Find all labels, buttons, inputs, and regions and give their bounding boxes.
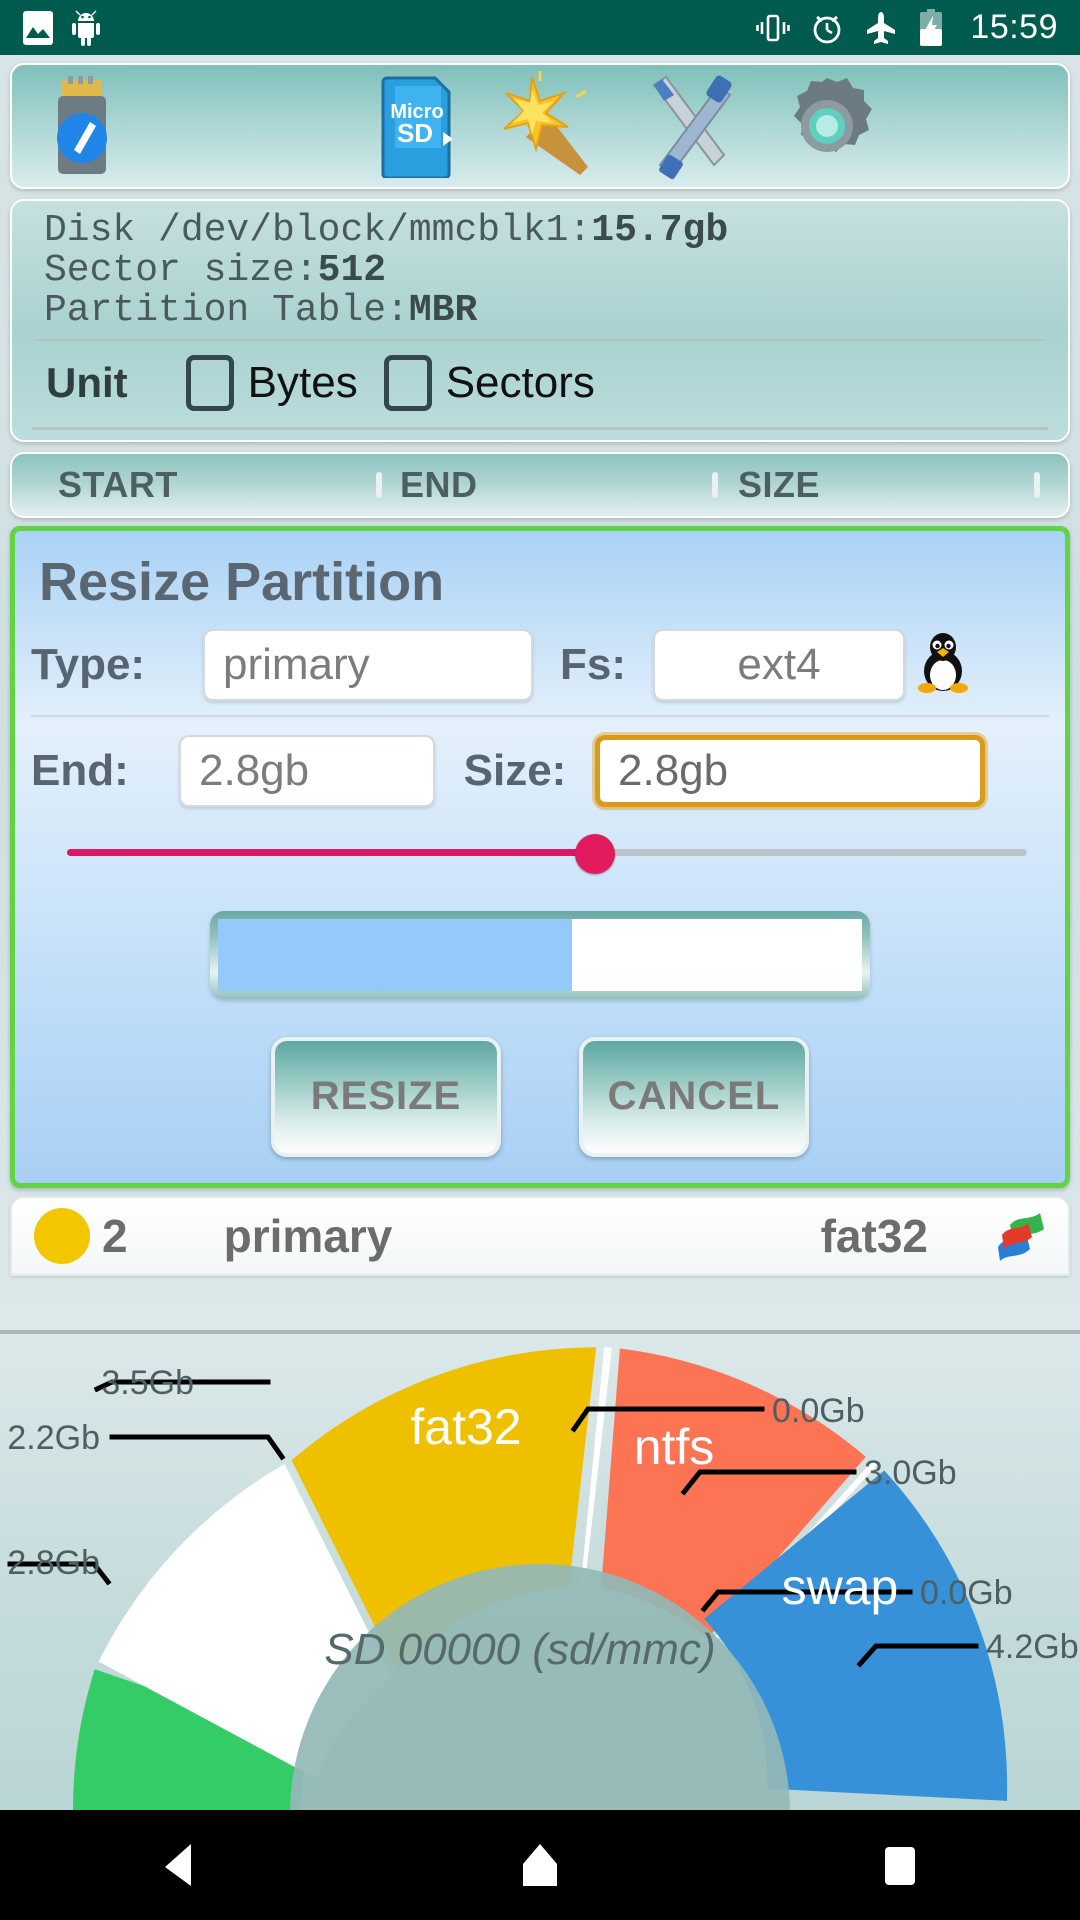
type-label: Type: bbox=[31, 639, 146, 689]
home-icon[interactable] bbox=[480, 1810, 600, 1920]
partition-table-value: MBR bbox=[408, 288, 478, 332]
partition-type: primary bbox=[223, 1209, 393, 1262]
status-bar-clock: 15:59 bbox=[970, 8, 1058, 46]
partition-table-label: Partition Table: bbox=[44, 288, 409, 332]
airplane-mode-icon bbox=[867, 11, 896, 44]
chart-label-fat32-value: 3.5Gb bbox=[101, 1364, 194, 1402]
image-icon bbox=[23, 10, 53, 45]
end-label: End: bbox=[31, 745, 129, 795]
chart-slice-label-swap: swap bbox=[782, 1559, 899, 1615]
magic-wand-icon[interactable] bbox=[492, 71, 602, 181]
disk-info-panel: Disk /dev/block/mmcblk1:15.7gb Sector si… bbox=[10, 199, 1070, 442]
android-nav-bar bbox=[0, 1810, 1080, 1920]
status-bar-left-icons bbox=[22, 9, 102, 46]
chart-label-ext4-value: 2.8Gb bbox=[7, 1544, 100, 1582]
usb-disk-edit-icon[interactable] bbox=[32, 71, 142, 181]
progress-track bbox=[218, 918, 862, 991]
sectors-checkbox[interactable] bbox=[383, 354, 432, 411]
chart-center-label: SD 00000 (sd/mmc) bbox=[324, 1625, 715, 1674]
chart-slice-label-ext4: ext4 bbox=[175, 1589, 270, 1645]
disk-name-line: Disk /dev/block/mmcblk1:15.7gb bbox=[12, 211, 1068, 251]
bytes-label[interactable]: Bytes bbox=[248, 358, 358, 408]
column-divider[interactable] bbox=[376, 471, 382, 498]
bytes-checkbox[interactable] bbox=[185, 354, 234, 411]
settings-gear-icon[interactable] bbox=[772, 71, 882, 181]
column-header-start[interactable]: START bbox=[58, 464, 178, 506]
column-header-end[interactable]: END bbox=[400, 464, 478, 506]
chart-label-free-value: 2.2Gb bbox=[7, 1419, 100, 1457]
unit-selector-row: Unit Bytes Sectors bbox=[12, 341, 1068, 427]
resize-partition-dialog: Resize Partition Type: primary Fs: ext4 bbox=[10, 525, 1070, 1188]
chart-label-swap-value: 4.2Gb bbox=[986, 1628, 1079, 1666]
type-fs-row: Type: primary Fs: ext4 bbox=[15, 628, 1065, 701]
disk-name-label: Disk /dev/block/mmcblk1: bbox=[44, 209, 592, 252]
partition-columns-header: START END SIZE bbox=[10, 451, 1070, 518]
chart-label-gap2-value: 0.0Gb bbox=[920, 1574, 1013, 1612]
cancel-button[interactable]: CANCEL bbox=[579, 1036, 809, 1157]
svg-text:SD: SD bbox=[397, 118, 433, 148]
slider-fill bbox=[67, 848, 595, 856]
chart-label-gap1-value: 0.0Gb bbox=[772, 1392, 865, 1430]
column-header-size[interactable]: SIZE bbox=[738, 464, 820, 506]
slider-thumb[interactable] bbox=[575, 833, 615, 874]
sector-size-line: Sector size:512 bbox=[12, 248, 1068, 292]
battery-charging-icon bbox=[920, 8, 943, 46]
resize-dialog-title: Resize Partition bbox=[39, 551, 445, 612]
size-label: Size: bbox=[463, 745, 567, 795]
size-slider[interactable] bbox=[15, 807, 1065, 877]
end-size-row: End: 2.8gb Size: 2.8gb bbox=[15, 734, 1065, 807]
recents-icon[interactable] bbox=[840, 1810, 960, 1920]
sector-size-label: Sector size: bbox=[44, 248, 318, 292]
partition-color-dot bbox=[34, 1207, 90, 1264]
app-body: Micro SD Disk /dev/block/mmcblk1:15.7gb … bbox=[0, 55, 1080, 1810]
sector-size-value: 512 bbox=[317, 248, 387, 292]
column-divider[interactable] bbox=[712, 471, 718, 498]
tools-icon[interactable] bbox=[632, 71, 742, 181]
partition-list-row[interactable]: 2 primary fat32 bbox=[10, 1195, 1070, 1276]
resize-button[interactable]: RESIZE bbox=[271, 1036, 501, 1157]
vibrate-icon bbox=[756, 14, 791, 41]
column-divider[interactable] bbox=[1034, 471, 1040, 498]
windows-flag-icon bbox=[992, 1207, 1050, 1265]
status-bar: 15:59 bbox=[0, 0, 1080, 55]
type-input[interactable]: primary bbox=[203, 628, 533, 701]
back-icon[interactable] bbox=[120, 1810, 240, 1920]
fs-label: Fs: bbox=[560, 639, 626, 689]
app-toolbar: Micro SD bbox=[10, 63, 1070, 189]
donut-chart-svg: 3.5Gb 2.2Gb 2.8Gb 0.0Gb 3.0Gb 0.0Gb 4.2G… bbox=[7, 1347, 1079, 1810]
partition-donut-chart: 3.5Gb 2.2Gb 2.8Gb 0.0Gb 3.0Gb 0.0Gb 4.2G… bbox=[0, 1330, 1080, 1810]
alarm-icon bbox=[814, 15, 841, 43]
android-icon bbox=[72, 9, 100, 46]
chart-label-ntfs-value: 3.0Gb bbox=[864, 1454, 957, 1492]
partition-fs: fat32 bbox=[820, 1209, 928, 1262]
disk-size-value: 15.7gb bbox=[591, 209, 729, 252]
size-progress-bar bbox=[210, 910, 870, 999]
partition-number: 2 bbox=[102, 1209, 128, 1262]
partition-table-line: Partition Table:MBR bbox=[12, 288, 1068, 332]
size-input[interactable]: 2.8gb bbox=[595, 734, 985, 807]
status-bar-right-icons: 15:59 bbox=[756, 8, 1058, 47]
sectors-label[interactable]: Sectors bbox=[446, 358, 595, 408]
divider bbox=[32, 426, 1048, 430]
chart-slice-label-ntfs: ntfs bbox=[634, 1419, 715, 1475]
linux-tux-icon bbox=[915, 631, 971, 698]
chart-slice-label-fat32: fat32 bbox=[410, 1399, 521, 1455]
progress-fill bbox=[218, 918, 573, 991]
microsd-card-icon[interactable]: Micro SD bbox=[362, 71, 472, 181]
dialog-buttons: RESIZE CANCEL bbox=[15, 1036, 1065, 1157]
end-input[interactable]: 2.8gb bbox=[179, 734, 435, 807]
divider bbox=[31, 714, 1049, 717]
fs-input[interactable]: ext4 bbox=[653, 628, 905, 701]
unit-label: Unit bbox=[46, 358, 128, 406]
